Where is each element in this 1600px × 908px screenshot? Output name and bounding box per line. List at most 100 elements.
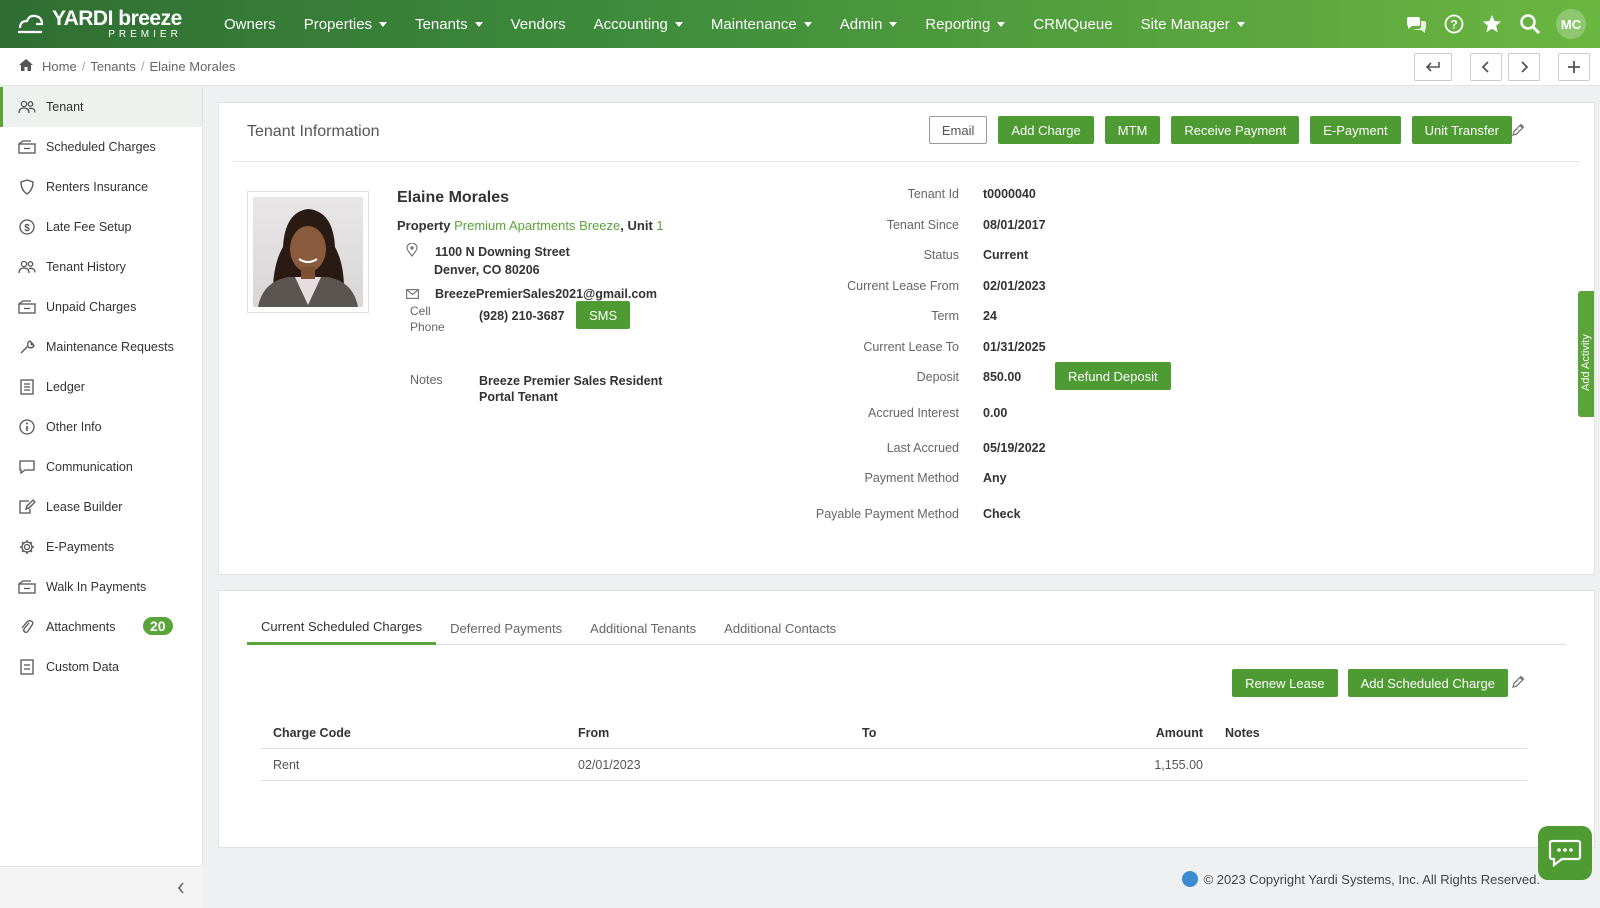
- nav-site-manager[interactable]: Site Manager: [1127, 0, 1259, 48]
- cell-label-line: Cell: [410, 304, 431, 318]
- sidebar-item-other-info[interactable]: Other Info: [0, 407, 202, 447]
- sidebar-item-tenant-history[interactable]: Tenant History: [0, 247, 202, 287]
- nav-reporting[interactable]: Reporting: [911, 0, 1019, 48]
- property-link[interactable]: Premium Apartments Breeze: [454, 218, 620, 233]
- nav-label: Site Manager: [1140, 15, 1230, 33]
- sidebar-item-scheduled-charges[interactable]: Scheduled Charges: [0, 127, 202, 167]
- epayment-button[interactable]: E-Payment: [1310, 116, 1401, 144]
- nav-tenants[interactable]: Tenants: [401, 0, 497, 48]
- email-button[interactable]: Email: [928, 116, 988, 144]
- tenant-actions: Email Add Charge MTM Receive Payment E-P…: [928, 116, 1512, 144]
- previous-button[interactable]: [1470, 53, 1502, 81]
- detail-label: Accrued Interest: [867, 406, 959, 420]
- column-header: To: [862, 725, 877, 740]
- notes-label: Notes: [410, 373, 443, 387]
- receive-payment-button[interactable]: Receive Payment: [1171, 116, 1300, 144]
- sidebar-item-attachments[interactable]: Attachments 20: [0, 607, 202, 647]
- sidebar-item-renters-insurance[interactable]: Renters Insurance: [0, 167, 202, 207]
- envelope-icon: [406, 287, 420, 302]
- detail-row-accrued-interest: Accrued Interest 0.00: [779, 406, 1279, 426]
- home-icon[interactable]: [18, 58, 34, 75]
- svg-text:?: ?: [1450, 18, 1457, 32]
- nav-crmqueue[interactable]: CRMQueue: [1019, 0, 1126, 48]
- sidebar-item-e-payments[interactable]: E-Payments: [0, 527, 202, 567]
- nav-maintenance[interactable]: Maintenance: [697, 0, 826, 48]
- detail-row-tenant-since: Tenant Since 08/01/2017: [779, 218, 1279, 238]
- sidebar-collapse-button[interactable]: [0, 866, 203, 908]
- detail-row-payment-method: Payment Method Any: [779, 471, 1279, 491]
- chat-icon[interactable]: [1404, 12, 1428, 36]
- nav-accounting[interactable]: Accounting: [580, 0, 697, 48]
- user-avatar[interactable]: MC: [1556, 9, 1586, 39]
- detail-label: Payable Payment Method: [815, 507, 959, 521]
- sidebar-item-lease-builder[interactable]: Lease Builder: [0, 487, 202, 527]
- tab-additional-contacts[interactable]: Additional Contacts: [710, 611, 850, 645]
- divider: [233, 161, 1580, 162]
- sidebar-item-unpaid-charges[interactable]: Unpaid Charges: [0, 287, 202, 327]
- next-button[interactable]: [1508, 53, 1540, 81]
- detail-row-tenant-id: Tenant Id t0000040: [779, 187, 1279, 207]
- nav-label: CRMQueue: [1033, 15, 1113, 33]
- add-scheduled-charge-button[interactable]: Add Scheduled Charge: [1347, 669, 1508, 697]
- map-pin-icon: [406, 242, 418, 260]
- add-button[interactable]: [1558, 53, 1590, 81]
- breadcrumb-home[interactable]: Home: [42, 59, 77, 74]
- dollar-icon: $: [18, 218, 36, 236]
- nav-label: Reporting: [925, 15, 991, 33]
- renew-lease-button[interactable]: Renew Lease: [1232, 669, 1338, 697]
- tab-current-scheduled-charges[interactable]: Current Scheduled Charges: [247, 611, 437, 645]
- add-activity-tab[interactable]: Add Activity: [1578, 291, 1594, 417]
- nav-label: Accounting: [593, 15, 668, 33]
- sidebar-item-late-fee-setup[interactable]: $ Late Fee Setup: [0, 207, 202, 247]
- charges-icon: [18, 298, 36, 316]
- detail-value: 08/01/2017: [983, 218, 1046, 232]
- refund-deposit-button[interactable]: Refund Deposit: [1055, 362, 1171, 390]
- nav-owners[interactable]: Owners: [210, 0, 290, 48]
- back-button[interactable]: [1414, 53, 1452, 81]
- detail-label: Term: [931, 309, 959, 323]
- mtm-button[interactable]: MTM: [1104, 116, 1161, 144]
- sidebar-item-custom-data[interactable]: Custom Data: [0, 647, 202, 687]
- yardi-logo[interactable]: YARDI breeze PREMIER: [0, 0, 210, 48]
- unit-transfer-button[interactable]: Unit Transfer: [1411, 116, 1512, 144]
- edit-pencil-icon[interactable]: [1509, 121, 1527, 139]
- unit-link[interactable]: 1: [656, 218, 663, 233]
- edit-pencil-icon[interactable]: [1509, 673, 1527, 691]
- add-charge-button[interactable]: Add Charge: [998, 116, 1094, 144]
- sidebar-item-maintenance-requests[interactable]: Maintenance Requests: [0, 327, 202, 367]
- breadcrumb-tenants[interactable]: Tenants: [90, 59, 136, 74]
- detail-label: Deposit: [916, 370, 959, 384]
- add-activity-label: Add Activity: [1580, 334, 1592, 391]
- help-icon[interactable]: ?: [1442, 12, 1466, 36]
- sidebar-item-communication[interactable]: Communication: [0, 447, 202, 487]
- nav-label: Vendors: [510, 15, 566, 33]
- star-icon[interactable]: [1480, 12, 1504, 36]
- tab-deferred-payments[interactable]: Deferred Payments: [436, 611, 576, 645]
- table-cell: Rent: [273, 757, 300, 772]
- sidebar-item-tenant[interactable]: Tenant: [0, 87, 202, 127]
- wrench-icon: [18, 338, 36, 356]
- tenant-email[interactable]: BreezePremierSales2021@gmail.com: [435, 287, 657, 301]
- chat-support-button[interactable]: [1538, 826, 1592, 880]
- tenant-info-panel: Tenant Information Email Add Charge MTM …: [218, 102, 1595, 575]
- table-row[interactable]: Rent 02/01/2023 1,155.00: [261, 749, 1527, 781]
- logo-name: YARDI breeze: [52, 7, 182, 30]
- tenant-name: Elaine Morales: [397, 189, 510, 206]
- detail-row-current-lease-from: Current Lease From 02/01/2023: [779, 279, 1279, 299]
- users-icon: [18, 258, 36, 276]
- search-icon[interactable]: [1518, 12, 1542, 36]
- sidebar-item-walk-in-payments[interactable]: Walk In Payments: [0, 567, 202, 607]
- nav-properties[interactable]: Properties: [290, 0, 401, 48]
- detail-row-current-lease-to: Current Lease To 01/31/2025: [779, 340, 1279, 360]
- detail-value: Current: [983, 248, 1029, 262]
- sidebar-item-label: Custom Data: [46, 660, 119, 674]
- nav-vendors[interactable]: Vendors: [497, 0, 580, 48]
- tab-additional-tenants[interactable]: Additional Tenants: [576, 611, 710, 645]
- sms-button[interactable]: SMS: [576, 301, 631, 329]
- nav-admin[interactable]: Admin: [826, 0, 912, 48]
- detail-label: Last Accrued: [886, 441, 959, 455]
- table-header: Charge Code From To Amount Notes: [261, 717, 1527, 749]
- sidebar-item-ledger[interactable]: Ledger: [0, 367, 202, 407]
- sidebar-item-label: Tenant History: [46, 260, 126, 274]
- column-header: Amount: [1155, 725, 1203, 740]
